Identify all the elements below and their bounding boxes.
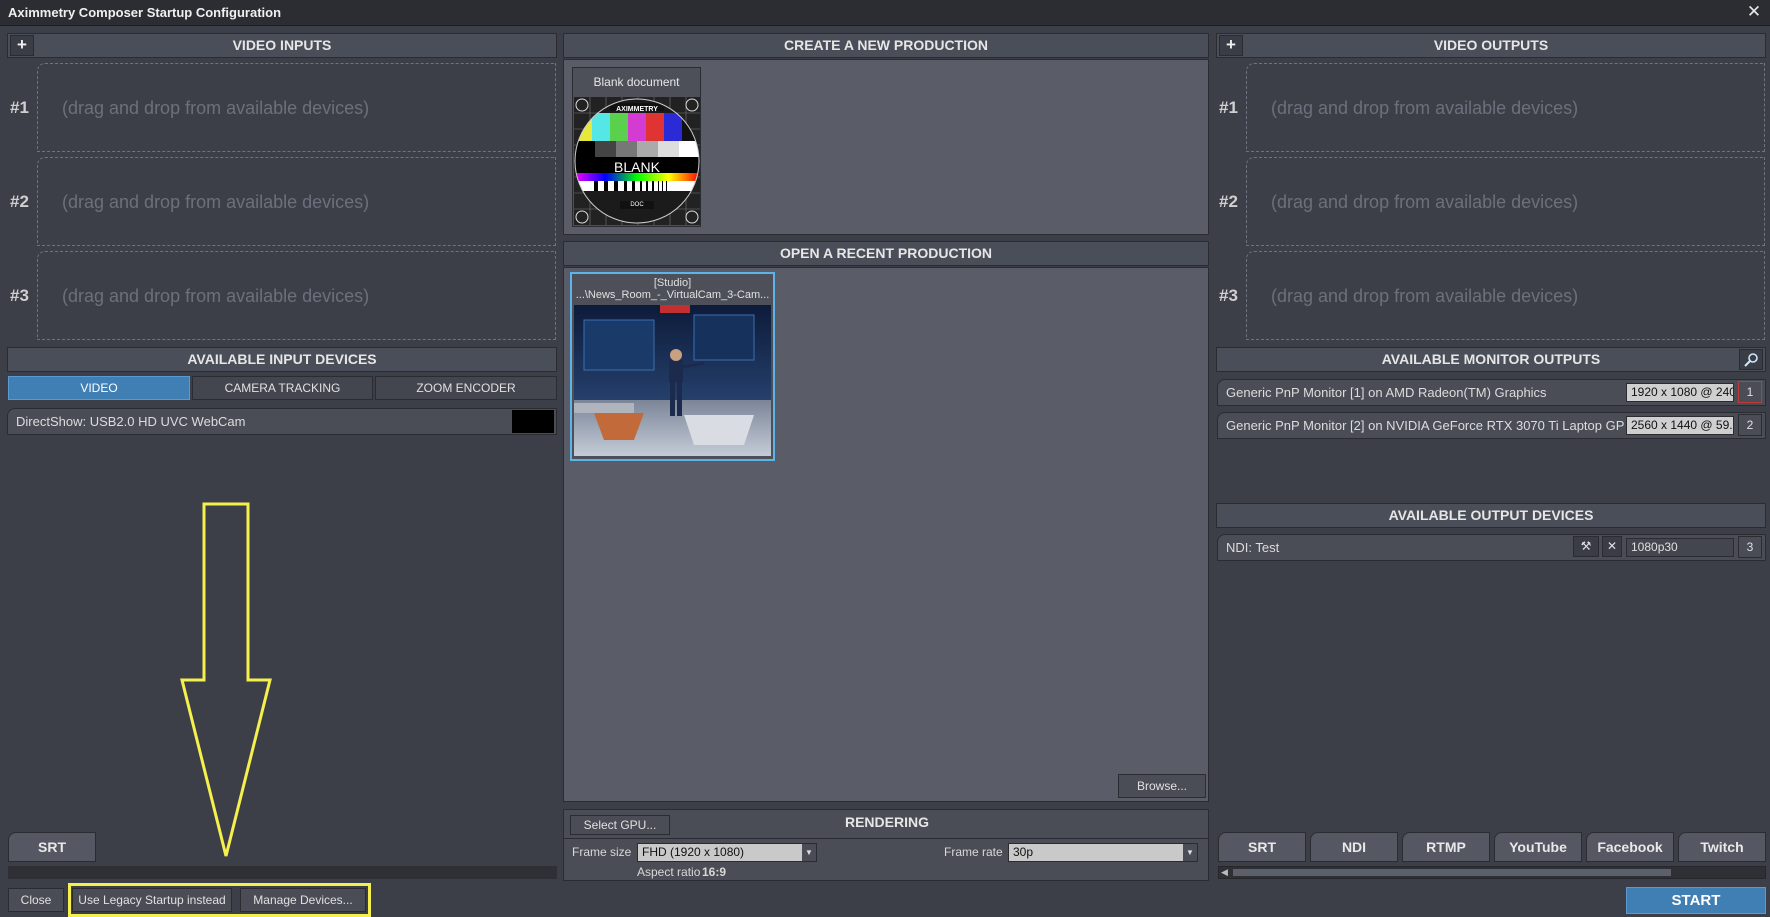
output-tab-youtube[interactable]: YouTube bbox=[1494, 832, 1582, 862]
monitor-output-2-res[interactable]: 2560 x 1440 @ 59.94 bbox=[1626, 416, 1734, 435]
output-slot-3-placeholder: (drag and drop from available devices) bbox=[1271, 286, 1579, 306]
output-slot-1-label: #1 bbox=[1219, 98, 1238, 117]
tab-zoom-encoder[interactable]: ZOOM ENCODER bbox=[375, 376, 557, 400]
input-slot-1-placeholder: (drag and drop from available devices) bbox=[62, 98, 370, 118]
tab-camera-tracking[interactable]: CAMERA TRACKING bbox=[192, 376, 373, 400]
aspect-ratio-value: 16:9 bbox=[702, 865, 727, 879]
monitor-output-1-res[interactable]: 1920 x 1080 @ 240 bbox=[1626, 383, 1734, 402]
frame-size-label: Frame size bbox=[572, 845, 632, 859]
video-inputs-title: VIDEO INPUTS bbox=[232, 37, 332, 53]
blank-logo-top: AXIMMETRY bbox=[616, 106, 658, 113]
close-icon[interactable]: ✕ bbox=[1744, 2, 1764, 22]
recent-production-line2: ...\News_Room_-_VirtualCam_3-Cam... bbox=[575, 289, 770, 301]
monitor-output-1[interactable]: Generic PnP Monitor [1] on AMD Radeon(TM… bbox=[1217, 379, 1766, 406]
input-slot-2-label: #2 bbox=[10, 192, 29, 211]
output-slot-2-label: #2 bbox=[1219, 192, 1238, 211]
input-slot-1[interactable]: (drag and drop from available devices) bbox=[37, 63, 556, 152]
available-input-devices-header: AVAILABLE INPUT DEVICES bbox=[7, 347, 557, 372]
output-tab-srt[interactable]: SRT bbox=[1218, 832, 1306, 862]
video-inputs-header: + VIDEO INPUTS bbox=[7, 33, 557, 58]
magnify-icon[interactable] bbox=[1739, 349, 1763, 370]
blank-document-title: Blank document bbox=[593, 75, 680, 89]
output-device-format[interactable]: 1080p30 bbox=[1626, 538, 1734, 557]
input-slot-3-label: #3 bbox=[10, 286, 29, 305]
select-gpu-button[interactable]: Select GPU... bbox=[570, 815, 670, 835]
video-outputs-header: + VIDEO OUTPUTS bbox=[1216, 33, 1766, 58]
input-tab-strip bbox=[8, 866, 557, 879]
start-button[interactable]: START bbox=[1626, 887, 1766, 914]
output-slot-2-placeholder: (drag and drop from available devices) bbox=[1271, 192, 1579, 212]
chevron-down-icon: ▼ bbox=[1183, 844, 1197, 861]
monitor-output-2-number[interactable]: 2 bbox=[1738, 414, 1762, 436]
browse-button[interactable]: Browse... bbox=[1118, 774, 1206, 798]
recent-production-card[interactable]: [Studio] ...\News_Room_-_VirtualCam_3-Ca… bbox=[570, 272, 775, 461]
output-tab-twitch[interactable]: Twitch bbox=[1678, 832, 1766, 862]
output-tab-facebook[interactable]: Facebook bbox=[1586, 832, 1674, 862]
input-slot-3[interactable]: (drag and drop from available devices) bbox=[37, 251, 556, 340]
window-title: Aximmetry Composer Startup Configuration bbox=[8, 5, 282, 20]
recent-production-thumbnail bbox=[574, 305, 771, 456]
title-bar: Aximmetry Composer Startup Configuration… bbox=[0, 0, 1770, 26]
wrench-icon[interactable]: ⚒ bbox=[1573, 536, 1599, 557]
scrollbar-thumb[interactable] bbox=[1233, 869, 1671, 876]
blank-logo-bottom: DOC bbox=[630, 202, 644, 208]
scroll-left-icon[interactable]: ◀ bbox=[1221, 867, 1228, 878]
monitor-output-2[interactable]: Generic PnP Monitor [2] on NVIDIA GeForc… bbox=[1217, 412, 1766, 439]
recent-production-header: OPEN A RECENT PRODUCTION bbox=[563, 241, 1209, 266]
output-slot-3-label: #3 bbox=[1219, 286, 1238, 305]
monitor-outputs-title: AVAILABLE MONITOR OUTPUTS bbox=[1381, 351, 1601, 367]
rendering-divider bbox=[564, 838, 1208, 839]
input-device-label: DirectShow: USB2.0 HD UVC WebCam bbox=[16, 414, 246, 429]
blank-logo-mid: BLANK bbox=[614, 159, 660, 175]
frame-size-select[interactable]: FHD (1920 x 1080) ▼ bbox=[637, 843, 817, 862]
output-device-ndi-test[interactable]: NDI: Test ⚒ ✕ 1080p30 3 bbox=[1217, 534, 1766, 561]
input-slot-2-placeholder: (drag and drop from available devices) bbox=[62, 192, 370, 212]
blank-document-card[interactable]: Blank document AXIMMETRY BLANK DOC bbox=[572, 67, 701, 227]
create-production-panel: Blank document AXIMMETRY BLANK DOC bbox=[563, 59, 1209, 235]
output-device-number[interactable]: 3 bbox=[1738, 536, 1762, 558]
add-input-button[interactable]: + bbox=[10, 35, 34, 56]
output-slot-3[interactable]: (drag and drop from available devices) bbox=[1246, 251, 1765, 340]
output-slot-1-placeholder: (drag and drop from available devices) bbox=[1271, 98, 1579, 118]
remove-icon[interactable]: ✕ bbox=[1602, 536, 1622, 557]
device-preview-swatch bbox=[512, 410, 554, 433]
output-tab-scrollbar[interactable]: ◀ bbox=[1218, 866, 1766, 879]
highlight-box bbox=[68, 883, 371, 917]
add-output-button[interactable]: + bbox=[1219, 35, 1243, 56]
frame-size-value: FHD (1920 x 1080) bbox=[642, 845, 745, 859]
arrow-down-icon bbox=[180, 502, 272, 857]
input-device-tabs: VIDEO CAMERA TRACKING ZOOM ENCODER bbox=[8, 376, 557, 400]
frame-rate-label: Frame rate bbox=[944, 845, 1003, 859]
frame-rate-select[interactable]: 30p ▼ bbox=[1008, 843, 1198, 862]
input-tab-srt[interactable]: SRT bbox=[8, 832, 96, 862]
output-slot-2[interactable]: (drag and drop from available devices) bbox=[1246, 157, 1765, 246]
tab-video[interactable]: VIDEO bbox=[8, 376, 190, 400]
frame-rate-value: 30p bbox=[1013, 845, 1034, 859]
available-monitor-outputs-header: AVAILABLE MONITOR OUTPUTS bbox=[1216, 347, 1766, 372]
create-production-header: CREATE A NEW PRODUCTION bbox=[563, 33, 1209, 58]
input-slot-2[interactable]: (drag and drop from available devices) bbox=[37, 157, 556, 246]
monitor-output-1-number[interactable]: 1 bbox=[1738, 381, 1762, 403]
close-button[interactable]: Close bbox=[8, 888, 64, 912]
output-tab-ndi[interactable]: NDI bbox=[1310, 832, 1398, 862]
aspect-ratio-label: Aspect ratio bbox=[637, 865, 701, 879]
input-device-webcam[interactable]: DirectShow: USB2.0 HD UVC WebCam bbox=[7, 408, 557, 435]
monitor-output-2-label: Generic PnP Monitor [2] on NVIDIA GeForc… bbox=[1226, 418, 1624, 433]
input-slot-3-placeholder: (drag and drop from available devices) bbox=[62, 286, 370, 306]
output-slot-1[interactable]: (drag and drop from available devices) bbox=[1246, 63, 1765, 152]
monitor-output-1-label: Generic PnP Monitor [1] on AMD Radeon(TM… bbox=[1226, 385, 1547, 400]
input-slot-1-label: #1 bbox=[10, 98, 29, 117]
recent-production-panel: [Studio] ...\News_Room_-_VirtualCam_3-Ca… bbox=[563, 267, 1209, 802]
output-tab-rtmp[interactable]: RTMP bbox=[1402, 832, 1490, 862]
output-device-label: NDI: Test bbox=[1226, 540, 1280, 555]
chevron-down-icon: ▼ bbox=[802, 844, 816, 861]
recent-production-line1: [Studio] bbox=[653, 277, 692, 289]
rendering-panel: Select GPU... RENDERING Frame size FHD (… bbox=[563, 809, 1209, 881]
video-outputs-title: VIDEO OUTPUTS bbox=[1433, 37, 1549, 53]
available-output-devices-header: AVAILABLE OUTPUT DEVICES bbox=[1216, 503, 1766, 528]
